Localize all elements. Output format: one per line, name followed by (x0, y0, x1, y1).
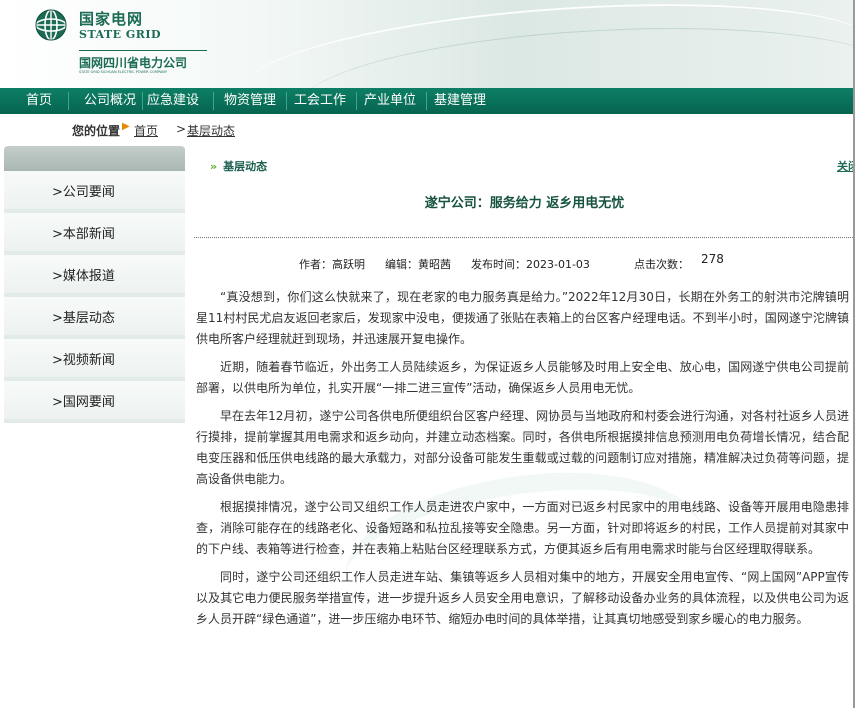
sidebar-item-label: >本部新闻 (52, 227, 115, 242)
nav-item-union[interactable]: 工会工作 (294, 88, 346, 114)
breadcrumb-label: 您的位置 (72, 124, 121, 138)
logo-divider (79, 50, 207, 51)
logo-text-cn: 国家电网 (79, 10, 144, 28)
state-grid-logo-icon (35, 9, 67, 41)
nav-item-industry[interactable]: 产业单位 (364, 88, 416, 114)
breadcrumb-home-link[interactable]: 首页 (134, 122, 158, 139)
meta-clicks-label: 点击次数： (634, 258, 689, 271)
meta-published: 发布时间：2023-01-03 (471, 258, 590, 271)
article-body: “真没想到，你们这么快就来了，现在老家的电力服务真是给力。”2022年12月30… (196, 287, 849, 637)
sidebar-item-label: >国网要闻 (52, 395, 115, 410)
company-name-en: STATE GRID SICHUAN ELECTRIC POWER COMPAN… (79, 70, 167, 74)
nav-divider (426, 92, 427, 110)
article-paragraph: “真没想到，你们这么快就来了，现在老家的电力服务真是给力。”2022年12月30… (196, 290, 849, 346)
sidebar-item-label: >基层动态 (52, 311, 115, 326)
nav-divider (356, 92, 357, 110)
title-divider (194, 237, 855, 238)
sidebar: >公司要闻 >本部新闻 >媒体报道 >基层动态 >视频新闻 >国网要闻 (4, 146, 185, 436)
nav-item-company-overview[interactable]: 公司概况 (84, 88, 136, 114)
nav-item-infrastructure[interactable]: 基建管理 (434, 88, 486, 114)
article-paragraph: 同时，遂宁公司还组织工作人员走进车站、集镇等返乡人员相对集中的地方，开展安全用电… (196, 570, 849, 626)
company-name: 国网四川省电力公司 (79, 56, 188, 70)
nav-item-home[interactable]: 首页 (26, 88, 52, 114)
breadcrumb-arrow-icon: ▶ (122, 121, 130, 132)
breadcrumb-current-link[interactable]: 基层动态 (187, 122, 235, 139)
meta-editor: 编辑：黄昭茜 (385, 258, 451, 271)
nav-divider (68, 92, 69, 110)
sidebar-item-label: >媒体报道 (52, 269, 115, 284)
section-heading: » 基层动态 (210, 158, 267, 174)
sidebar-item-sgcc-news[interactable]: >国网要闻 (4, 381, 185, 423)
sidebar-item-grassroots[interactable]: >基层动态 (4, 297, 185, 339)
sidebar-item-label: >视频新闻 (52, 353, 115, 368)
sidebar-item-media[interactable]: >媒体报道 (4, 255, 185, 297)
main-nav: 首页 公司概况 应急建设 物资管理 工会工作 产业单位 基建管理 (0, 88, 855, 114)
nav-divider (286, 92, 287, 110)
section-heading-label: 基层动态 (223, 160, 268, 173)
sidebar-header (4, 146, 185, 171)
site-header: 国家电网 STATE GRID 国网四川省电力公司 STATE GRID SIC… (0, 0, 855, 88)
article-panel: » 基层动态 关闭 遂宁公司：服务给力 返乡用电无忧 作者：高跃明 编辑：黄昭茜 … (194, 146, 855, 708)
sidebar-item-hq-news[interactable]: >本部新闻 (4, 213, 185, 255)
nav-item-emergency[interactable]: 应急建设 (147, 88, 199, 114)
article-title: 遂宁公司：服务给力 返乡用电无忧 (424, 196, 625, 211)
sidebar-item-label: >公司要闻 (52, 185, 115, 200)
meta-author: 作者：高跃明 (299, 258, 365, 271)
nav-item-materials[interactable]: 物资管理 (224, 88, 276, 114)
logo-text-en: STATE GRID (79, 28, 162, 41)
article-paragraph: 早在去年12月初，遂宁公司各供电所便组织台区客户经理、网协员与当地政府和村委会进… (196, 409, 849, 486)
breadcrumb: 您的位置 ▶ 首页 > 基层动态 (0, 114, 855, 146)
sidebar-item-company-news[interactable]: >公司要闻 (4, 171, 185, 213)
article-paragraph: 根据摸排情况，遂宁公司又组织工作人员走进农户家中，一方面对已返乡村民家中的用电线… (196, 500, 849, 556)
meta-clicks-count: 278 (701, 252, 724, 266)
nav-divider (142, 92, 143, 110)
double-chevron-icon: » (210, 160, 218, 173)
sidebar-item-video-news[interactable]: >视频新闻 (4, 339, 185, 381)
article-paragraph: 近期，随着春节临近，外出务工人员陆续返乡，为保证返乡人员能够及时用上安全电、放心… (196, 360, 849, 395)
nav-divider (213, 92, 214, 110)
breadcrumb-separator: > (176, 122, 187, 136)
